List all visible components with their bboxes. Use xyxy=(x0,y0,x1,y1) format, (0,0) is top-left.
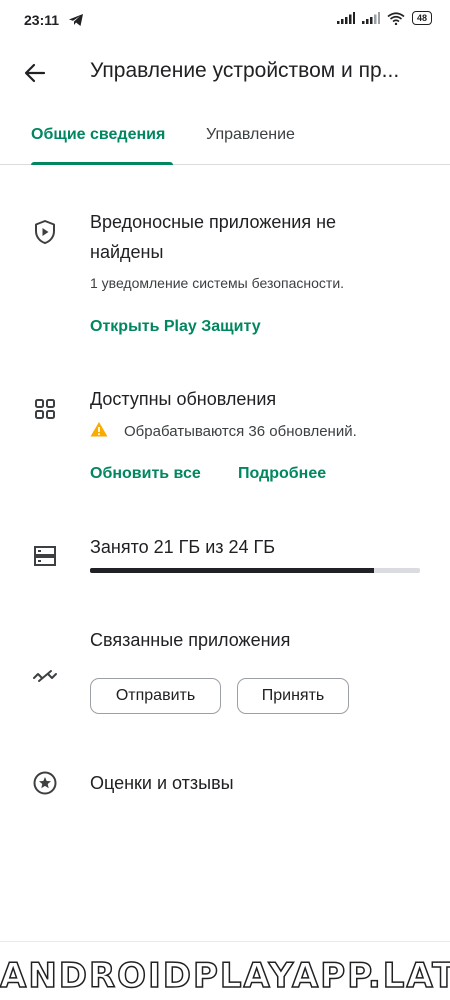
protect-title-line1: Вредоносные приложения не xyxy=(90,212,337,232)
share-apps-icon xyxy=(33,670,57,682)
tab-active-indicator xyxy=(31,162,173,165)
storage-progress-bar xyxy=(90,568,420,573)
open-play-protect-link[interactable]: Открыть Play Защиту xyxy=(90,318,261,336)
status-icons: 48 xyxy=(336,11,432,25)
arrow-back-icon[interactable] xyxy=(18,56,52,90)
status-time: 23:11 xyxy=(24,12,60,28)
signal-icon xyxy=(361,12,380,24)
watermark: ANDROIDPLAYAPP.LAT xyxy=(0,955,450,997)
updates-title: Доступны обновления xyxy=(90,389,277,409)
protect-subtitle: 1 уведомление системы безопасности. xyxy=(90,275,345,291)
send-button[interactable]: Отправить xyxy=(90,678,221,714)
receive-button[interactable]: Принять xyxy=(237,678,349,714)
top-app-bar: Управление устройством и пр... xyxy=(0,44,450,100)
share-title: Связанные приложения xyxy=(90,630,291,650)
update-details-link[interactable]: Подробнее xyxy=(238,465,326,483)
warning-icon xyxy=(90,422,108,437)
signal-icon xyxy=(336,12,355,24)
page-title: Управление устройством и пр... xyxy=(90,59,400,82)
apps-grid-icon xyxy=(35,399,55,419)
storage-progress-fill xyxy=(90,568,374,573)
update-all-link[interactable]: Обновить все xyxy=(90,465,201,483)
bottom-divider xyxy=(0,941,450,942)
ratings-title[interactable]: Оценки и отзывы xyxy=(90,768,234,798)
battery-icon: 48 xyxy=(411,11,432,25)
shield-play-icon xyxy=(35,220,55,244)
updates-status: Обрабатываются 36 обновлений. xyxy=(124,423,357,440)
storage-icon xyxy=(34,546,56,566)
tab-manage[interactable]: Управление xyxy=(206,126,295,144)
tab-bar: Общие сведения Управление xyxy=(0,112,450,165)
protect-title-line2: найдены xyxy=(90,242,164,262)
telegram-icon xyxy=(69,14,83,26)
tab-overview[interactable]: Общие сведения xyxy=(31,126,165,144)
status-bar: 23:11 48 xyxy=(0,0,450,44)
wifi-icon xyxy=(387,11,405,25)
storage-label: Занято 21 ГБ из 24 ГБ xyxy=(90,537,276,557)
star-circle-icon xyxy=(33,771,57,795)
